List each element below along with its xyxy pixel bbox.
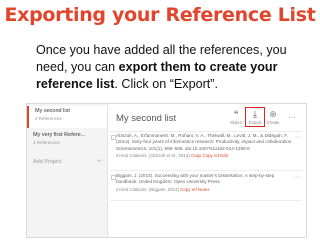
project-count: 2 References	[35, 116, 62, 121]
styles-button[interactable]: ❝ Styles	[227, 109, 245, 125]
download-icon: ⤓	[253, 109, 257, 119]
plus-icon: ⊕	[269, 109, 277, 119]
reference-text: Biggam, J. (2014). Succeeding with your …	[116, 173, 275, 185]
project-sidebar: My second list 2 References My very firs…	[27, 104, 108, 237]
in-text-citation: In-text Citations: (Abrizah et al., 2014…	[116, 153, 296, 159]
sidebar-item-my-very-first[interactable]: My very first Refere... 4 References	[27, 130, 107, 152]
in-text-citation: In-text Citations: (Biggam, 2014) Copy r…	[116, 187, 296, 193]
reference-item[interactable]: Abrizah, A., Erfanmanesh, M., Rohani, V.…	[116, 133, 296, 159]
quote-icon: ❝	[233, 109, 239, 119]
instruction-part-2: . Click on “Export”.	[114, 77, 218, 91]
more-options-icon[interactable]: ⋯	[287, 113, 297, 122]
plus-icon[interactable]: +	[97, 158, 101, 165]
instruction-text: Once you have added all the references, …	[36, 42, 314, 93]
export-button[interactable]: ⤓ Export	[245, 107, 265, 127]
styles-label: Styles	[230, 120, 242, 125]
divider	[110, 200, 302, 201]
project-name: My very first Refere...	[33, 132, 86, 138]
reference-actions[interactable]: Copy Copy ref Edit	[191, 153, 228, 158]
divider	[110, 170, 302, 171]
reference-text: Abrizah, A., Erfanmanesh, M., Rohani, V.…	[116, 133, 293, 151]
list-title: My second list	[116, 113, 177, 124]
in-text-value: (Biggam, 2014)	[148, 186, 179, 192]
reference-item[interactable]: Biggam, J. (2014). Succeeding with your …	[116, 173, 296, 193]
page-title: Exporting your Reference List	[4, 4, 316, 26]
create-label: Create	[266, 120, 280, 125]
divider	[110, 131, 302, 132]
in-text-label: In-text Citations:	[116, 186, 148, 192]
project-name: My second list	[35, 108, 70, 114]
create-button[interactable]: ⊕ Create	[264, 109, 282, 125]
reference-actions[interactable]: Copy ref Notes	[180, 187, 209, 192]
export-label: Export	[248, 120, 262, 125]
reference-more-icon[interactable]: ⋯	[295, 174, 301, 181]
app-screenshot: My second list 2 References My very firs…	[26, 103, 307, 238]
in-text-label: In-text Citations:	[116, 152, 148, 158]
project-count: 4 References	[33, 140, 60, 145]
in-text-value: (Abrizah et al., 2014)	[148, 152, 190, 158]
reference-more-icon[interactable]: ⋯	[295, 134, 301, 141]
add-project-link[interactable]: Add Project	[33, 159, 61, 165]
sidebar-item-my-second-list[interactable]: My second list 2 References	[27, 106, 107, 128]
